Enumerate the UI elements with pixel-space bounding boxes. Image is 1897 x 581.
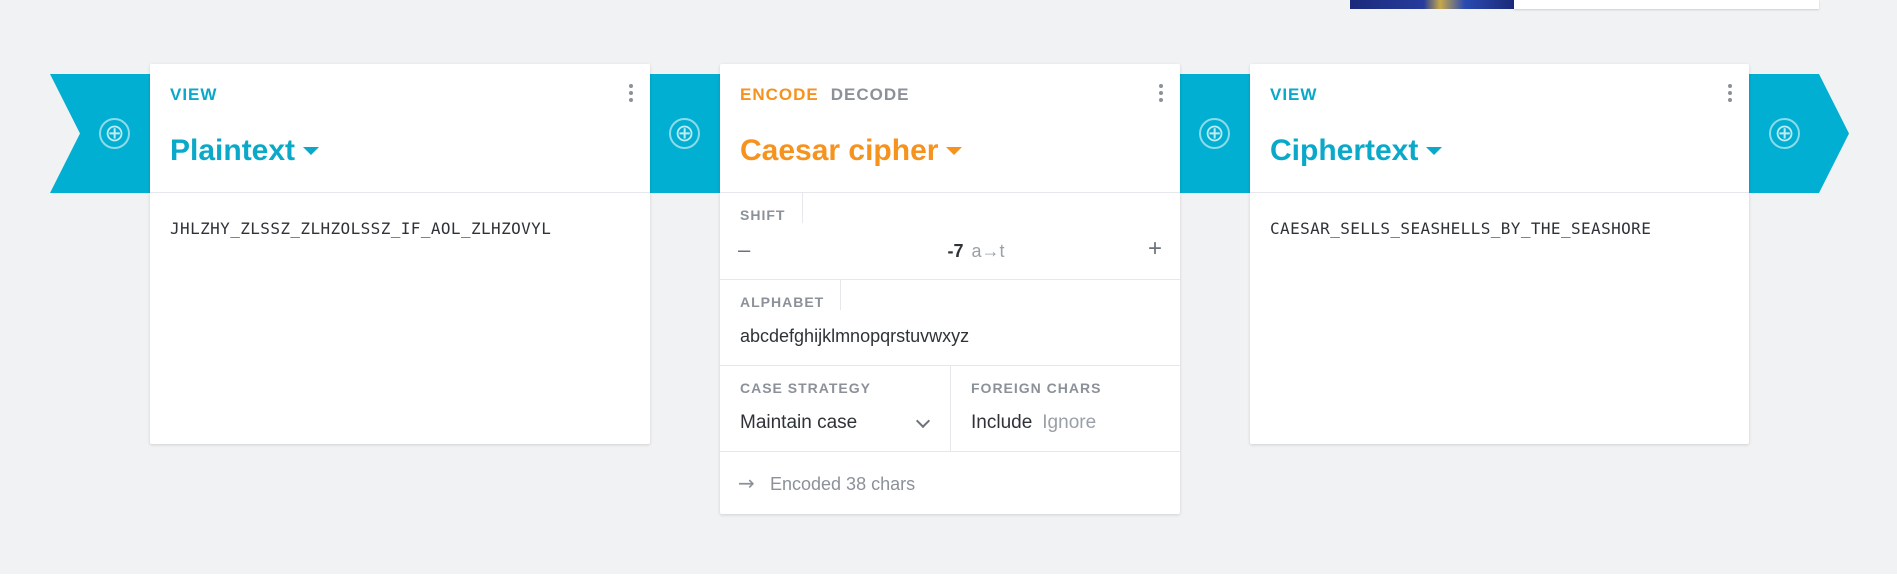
tab-view[interactable]: VIEW [1270, 85, 1317, 105]
case-strategy-field[interactable]: CASE STRATEGY Maintain case [720, 366, 951, 452]
pipeline-start-connector: ⊕ [50, 74, 150, 193]
status-text: Encoded 38 chars [770, 474, 916, 494]
chevron-down-icon[interactable] [915, 413, 931, 429]
card-tabs: VIEW [170, 85, 229, 105]
tab-encode[interactable]: ENCODE [740, 85, 819, 105]
top-panel [1514, 0, 1819, 9]
caret-down-icon [303, 147, 320, 155]
banner-thumbnail [1350, 0, 1514, 9]
divider [802, 193, 803, 223]
decrement-button[interactable]: – [738, 237, 750, 263]
alphabet-input[interactable]: abcdefghijklmnopqrstuvwxyz [740, 326, 969, 347]
caesar-cipher-card: ENCODE DECODE Caesar cipher SHIFT – -7 a→t… [720, 64, 1180, 514]
status-bar: → Encoded 38 chars [720, 452, 1180, 513]
shift-field: SHIFT – -7 a→t + [720, 193, 1180, 280]
more-options-icon[interactable] [1158, 84, 1164, 106]
foreign-chars-label: FOREIGN CHARS [971, 380, 1102, 396]
divider [840, 280, 841, 310]
increment-button[interactable]: + [1148, 235, 1162, 263]
option-include[interactable]: Include [971, 412, 1032, 433]
shift-number: -7 [947, 241, 964, 261]
ciphertext-card: VIEW Ciphertext CAESAR_SELLS_SEASHELLS_B… [1250, 64, 1749, 444]
alphabet-label: ALPHABET [740, 294, 825, 310]
card-tabs: ENCODE DECODE [740, 85, 921, 105]
add-brick-icon[interactable]: ⊕ [669, 118, 700, 149]
brick-title: Caesar cipher [740, 134, 939, 167]
shift-label: SHIFT [740, 207, 786, 223]
add-brick-icon[interactable]: ⊕ [1199, 118, 1230, 149]
foreign-chars-toggle: Include Ignore [971, 412, 1096, 434]
shift-value[interactable]: -7 a→t [916, 241, 1036, 262]
brick-title: Plaintext [170, 134, 296, 167]
plaintext-card: VIEW Plaintext JHLZHY_ZLSSZ_ZLHZOLSSZ_IF… [150, 64, 650, 444]
more-options-icon[interactable] [1727, 84, 1733, 106]
tab-view[interactable]: VIEW [170, 85, 217, 105]
caret-down-icon [1426, 147, 1443, 155]
pipeline-connector: ⊕ [1180, 74, 1250, 193]
options-row: CASE STRATEGY Maintain case FOREIGN CHAR… [720, 366, 1180, 452]
card-tabs: VIEW [1270, 85, 1329, 105]
plaintext-content[interactable]: JHLZHY_ZLSSZ_ZLHZOLSSZ_IF_AOL_ZLHZOVYL [170, 219, 551, 238]
foreign-chars-field: FOREIGN CHARS Include Ignore [951, 366, 1180, 452]
brick-selector[interactable]: Plaintext [170, 134, 320, 168]
add-brick-icon[interactable]: ⊕ [99, 118, 130, 149]
tab-decode[interactable]: DECODE [831, 85, 910, 105]
pipeline-connector: ⊕ [650, 74, 720, 193]
arrow-right-icon: → [738, 471, 755, 495]
option-ignore[interactable]: Ignore [1042, 412, 1096, 433]
shift-mapping: a→t [971, 241, 1005, 261]
card-header: VIEW Plaintext [150, 64, 650, 193]
brick-selector[interactable]: Ciphertext [1270, 134, 1443, 168]
caret-down-icon [946, 147, 963, 155]
card-header: ENCODE DECODE Caesar cipher [720, 64, 1180, 193]
brick-title: Ciphertext [1270, 134, 1419, 167]
bottom-border [0, 574, 1897, 581]
brick-selector[interactable]: Caesar cipher [740, 134, 963, 168]
more-options-icon[interactable] [628, 84, 634, 106]
alphabet-field: ALPHABET abcdefghijklmnopqrstuvwxyz [720, 280, 1180, 366]
case-strategy-label: CASE STRATEGY [740, 380, 871, 396]
pipeline-canvas: ⊕ ⊕ ⊕ ⊕ VIEW Plaintext JHLZHY_ZLSSZ_ZLHZ… [0, 0, 1897, 574]
add-brick-icon[interactable]: ⊕ [1769, 118, 1800, 149]
case-strategy-select[interactable]: Maintain case [740, 412, 857, 434]
ciphertext-content[interactable]: CAESAR_SELLS_SEASHELLS_BY_THE_SEASHORE [1270, 219, 1651, 238]
pipeline-end-connector: ⊕ [1749, 74, 1849, 193]
card-header: VIEW Ciphertext [1250, 64, 1749, 193]
